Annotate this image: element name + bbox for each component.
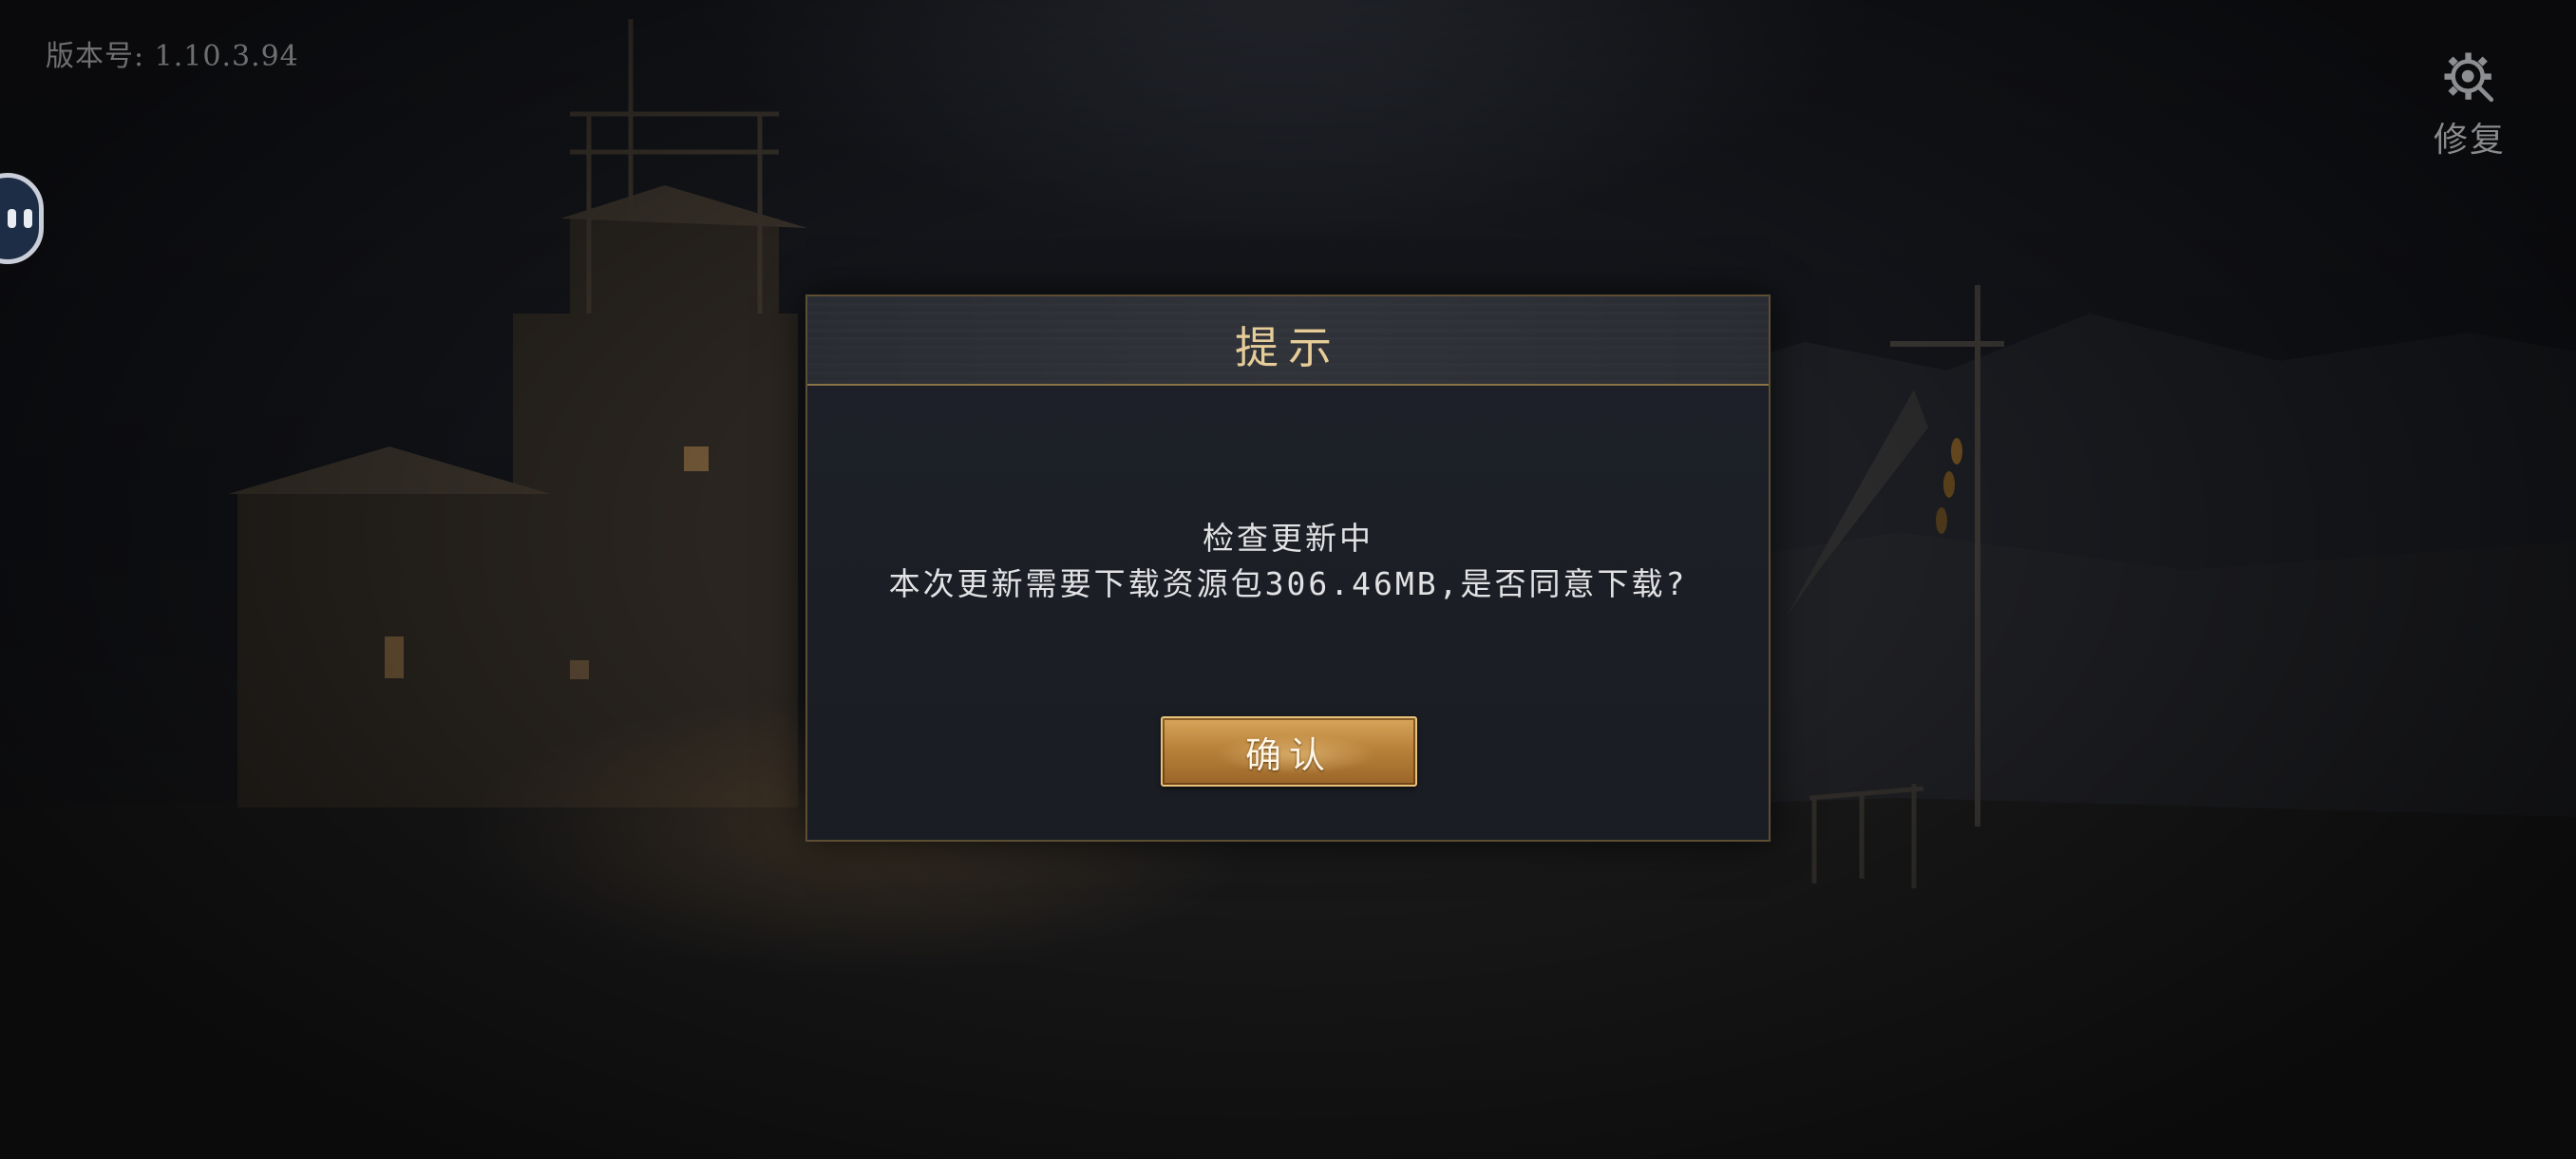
dialog-header: 提示 — [807, 296, 1769, 386]
repair-button[interactable]: 修复 — [2420, 48, 2519, 162]
update-dialog: 提示 检查更新中 本次更新需要下载资源包306.46MB,是否同意下载? 确认 — [805, 294, 1771, 842]
repair-gear-magnifier-icon — [2444, 52, 2494, 103]
repair-label: 修复 — [2433, 121, 2506, 160]
download-prompt-text: 本次更新需要下载资源包306.46MB,是否同意下载? — [888, 565, 1688, 602]
assistive-face-icon-eye — [24, 209, 32, 228]
confirm-button-label: 确认 — [1244, 733, 1333, 776]
assistive-face-icon — [8, 209, 16, 228]
update-status-text: 检查更新中 — [1203, 520, 1373, 557]
confirm-button[interactable]: 确认 — [1161, 716, 1417, 787]
dialog-title: 提示 — [1235, 322, 1341, 373]
version-label: 版本号: 1.10.3.94 — [46, 40, 299, 73]
game-screen: 版本号: 1.10.3.94 修复 提示 检查更新中 本次更新需要下载资源包30… — [0, 0, 2576, 1159]
